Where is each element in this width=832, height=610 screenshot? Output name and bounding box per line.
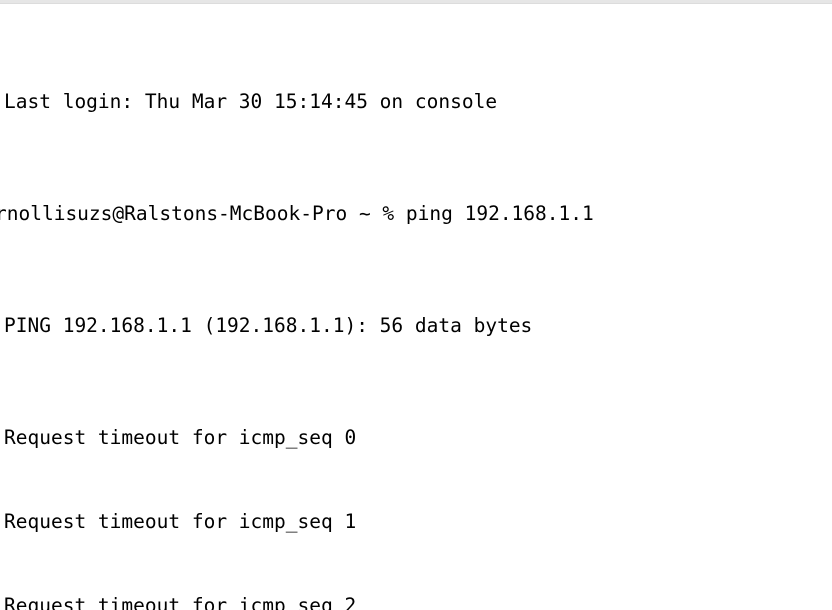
terminal-window[interactable]: Last login: Thu Mar 30 15:14:45 on conso… <box>0 0 832 610</box>
ping-timeout-line: Request timeout for icmp_seq 2 <box>4 594 357 610</box>
ping-timeout-line: Request timeout for icmp_seq 0 <box>4 426 357 449</box>
ping-header-line: PING 192.168.1.1 (192.168.1.1): 56 data … <box>4 314 533 337</box>
shell-prompt-command-line: rnollisuzs@Ralstons-McBook-Pro ~ % ping … <box>0 202 594 225</box>
last-login-line: Last login: Thu Mar 30 15:14:45 on conso… <box>4 90 498 113</box>
terminal-output[interactable]: Last login: Thu Mar 30 15:14:45 on conso… <box>0 4 832 610</box>
ping-timeout-line: Request timeout for icmp_seq 1 <box>4 510 357 533</box>
